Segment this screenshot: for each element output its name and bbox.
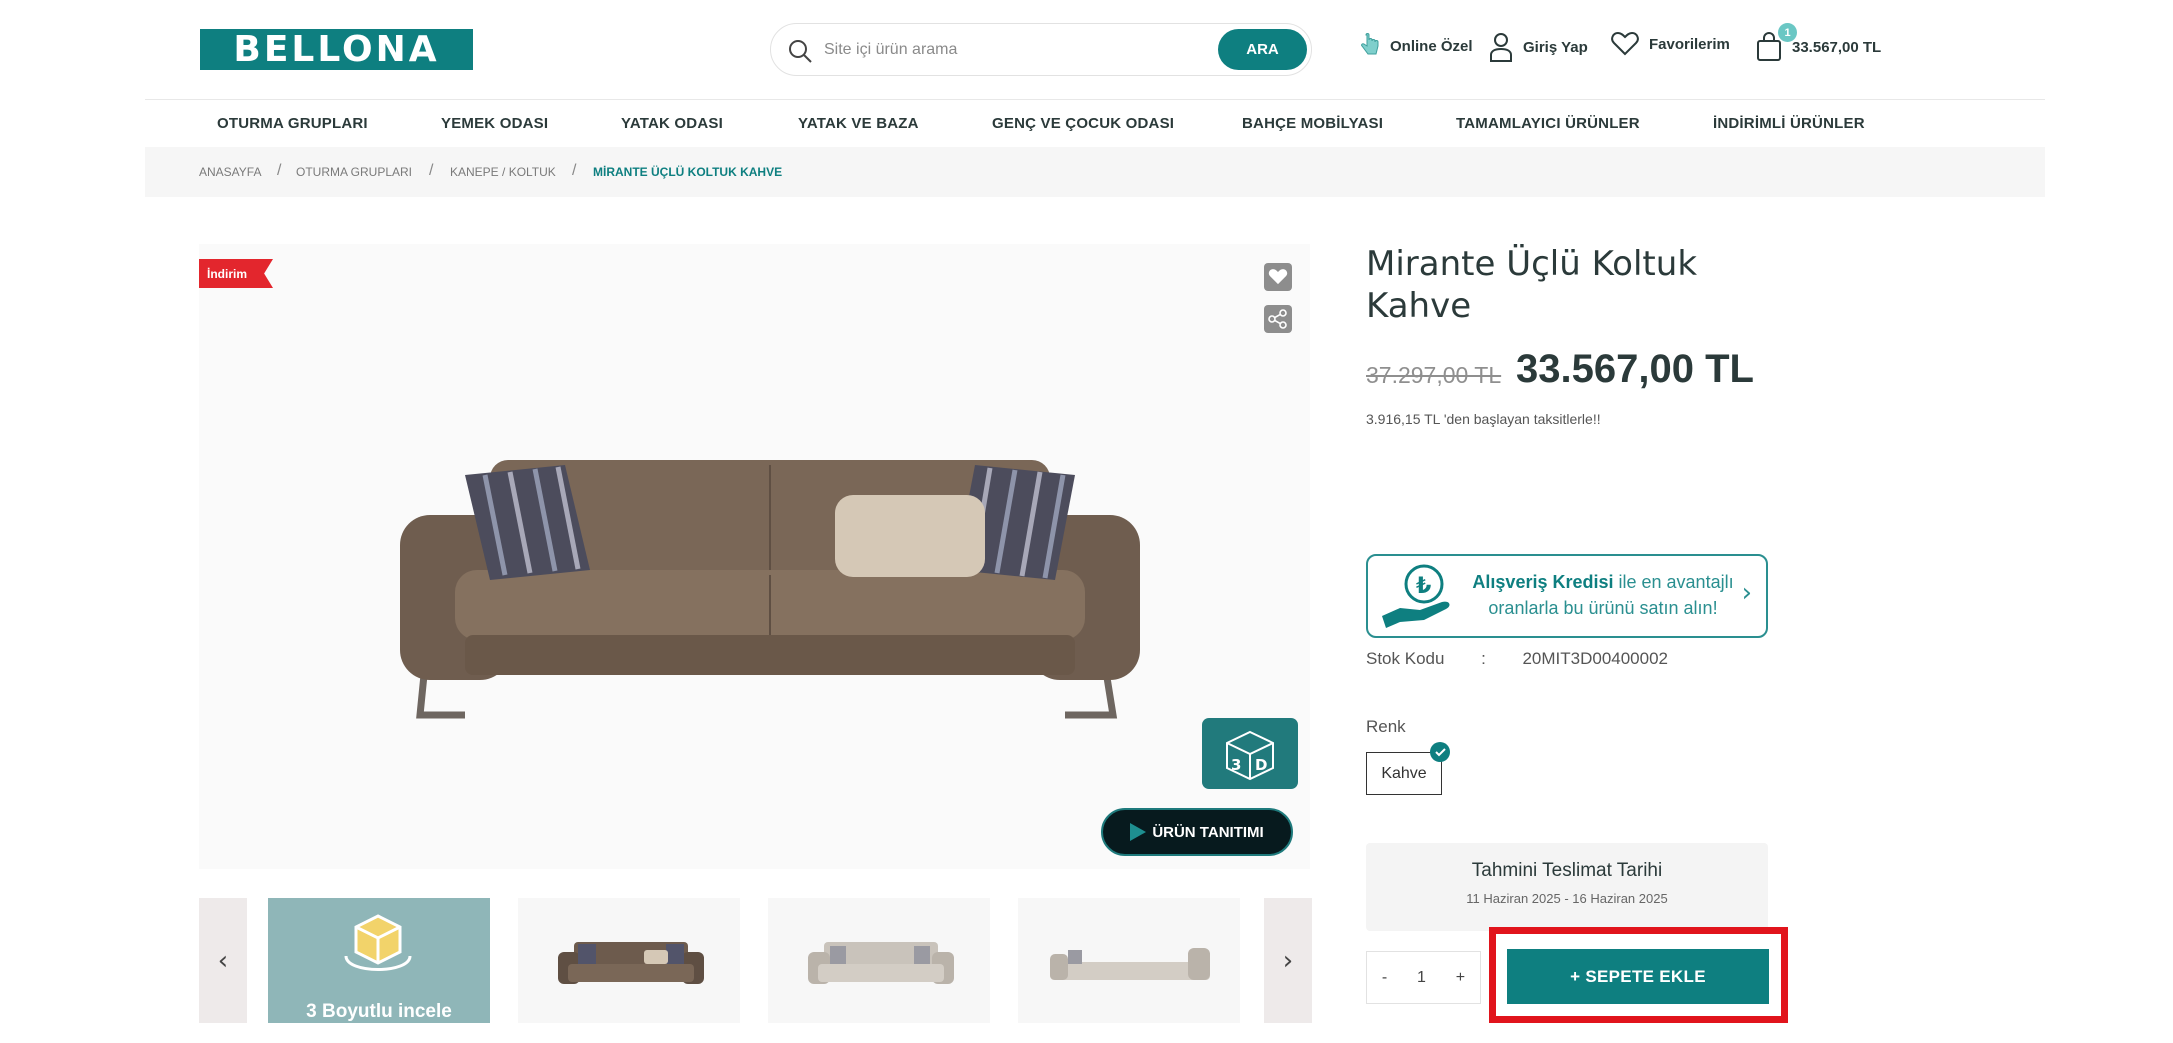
cube-3d-icon: 3 D xyxy=(1226,730,1274,780)
rotating-cube-icon xyxy=(344,914,412,971)
stock-code-row: Stok Kodu: 20MIT3D00400002 xyxy=(1366,649,1668,669)
play-icon xyxy=(1130,823,1147,841)
sofa-thumbnail xyxy=(558,942,704,984)
breadcrumb-current: MİRANTE ÜÇLÜ KOLTUK KAHVE xyxy=(593,165,783,179)
thumb-image-3[interactable] xyxy=(1018,898,1240,1023)
breadcrumb-separator: / xyxy=(429,162,434,179)
nav-indirimli-urunler[interactable]: İNDİRİMLİ ÜRÜNLER xyxy=(1713,115,1865,132)
breadcrumb-kanepe-koltuk[interactable]: KANEPE / KOLTUK xyxy=(450,165,556,179)
delivery-dates: 11 Haziran 2025 - 16 Haziran 2025 xyxy=(1466,891,1668,906)
thumb-prev-button[interactable]: ‹ xyxy=(199,898,247,1023)
heart-icon xyxy=(1268,269,1288,285)
stock-code-value: 20MIT3D00400002 xyxy=(1522,649,1668,668)
sofa-product-image xyxy=(400,460,1140,719)
add-to-cart-button[interactable]: + SEPETE EKLE xyxy=(1507,949,1769,1004)
thumb-3d-label: 3 Boyutlu incele xyxy=(306,1001,452,1022)
chevron-right-icon: › xyxy=(1741,578,1752,608)
current-price: 33.567,00 TL xyxy=(1516,347,1754,391)
main-nav: OTURMA GRUPLARI YEMEK ODASI YATAK ODASI … xyxy=(145,101,2045,147)
favorites-label: Favorilerim xyxy=(1649,35,1730,53)
product-title: Mirante Üçlü Koltuk Kahve xyxy=(1366,244,1698,326)
thumb-image-1[interactable] xyxy=(518,898,740,1023)
selected-check-icon xyxy=(1430,742,1450,762)
product-intro-label: ÜRÜN TANITIMI xyxy=(1152,823,1264,841)
share-icon[interactable] xyxy=(1264,305,1292,333)
add-to-favorites-icon[interactable] xyxy=(1264,263,1292,291)
cart-icon-wrap: 1 xyxy=(1756,23,1797,62)
hand-pointer-icon xyxy=(1361,33,1379,55)
thumb-3d-view[interactable]: 3 Boyutlu incele xyxy=(268,898,490,1023)
login-link[interactable]: Giriş Yap xyxy=(1489,32,1588,62)
search-bar: ARA xyxy=(770,23,1312,76)
quantity-increase-button[interactable]: + xyxy=(1456,969,1465,987)
breadcrumb-separator: / xyxy=(572,162,577,179)
login-label: Giriş Yap xyxy=(1523,38,1588,56)
breadcrumb-oturma-gruplari[interactable]: OTURMA GRUPLARI xyxy=(296,165,412,179)
online-ozel-label: Online Özel xyxy=(1390,37,1473,55)
shopping-credit-banner[interactable]: ₺ Alışveriş Kredisi ile en avantajlı ora… xyxy=(1366,554,1768,638)
credit-hand-lira-icon: ₺ xyxy=(1382,564,1450,628)
cart-link[interactable]: 1 33.567,00 TL xyxy=(1756,23,1882,62)
thumb-next-button[interactable]: › xyxy=(1264,898,1312,1023)
breadcrumb-separator: / xyxy=(277,162,282,179)
site-header: BELLONA ARA Online Özel Giriş Yap Favori… xyxy=(145,0,2045,100)
sofa-bed-thumbnail xyxy=(1050,948,1210,980)
nav-bahce-mobilyasi[interactable]: BAHÇE MOBİLYASI xyxy=(1242,115,1383,132)
nav-yatak-odasi[interactable]: YATAK ODASI xyxy=(621,115,723,132)
stock-code-label: Stok Kodu xyxy=(1366,649,1445,668)
delivery-title: Tahmini Teslimat Tarihi xyxy=(1471,860,1663,881)
color-option-kahve[interactable]: Kahve xyxy=(1366,752,1442,795)
cart-count-badge: 1 xyxy=(1778,23,1797,42)
sofa-thumbnail xyxy=(808,942,954,984)
credit-bold: Alışveriş Kredisi xyxy=(1472,572,1614,592)
discount-tag: İndirim xyxy=(199,259,273,288)
credit-text: Alışveriş Kredisi ile en avantajlı oranl… xyxy=(1468,569,1738,621)
old-price: 37.297,00 TL xyxy=(1366,362,1502,388)
cart-total: 33.567,00 TL xyxy=(1792,38,1882,56)
favorites-link[interactable]: Favorilerim xyxy=(1611,32,1730,56)
nav-genc-ve-cocuk-odasi[interactable]: GENÇ VE ÇOCUK ODASI xyxy=(992,115,1174,132)
color-label: Renk xyxy=(1366,717,1406,736)
breadcrumb-home[interactable]: ANASAYFA xyxy=(199,165,261,179)
bellona-logo[interactable]: BELLONA xyxy=(200,29,473,70)
quantity-value[interactable]: 1 xyxy=(1417,969,1426,987)
svg-text:₺: ₺ xyxy=(1416,574,1431,599)
search-input[interactable] xyxy=(824,36,1204,64)
stock-code-colon: : xyxy=(1481,649,1486,668)
thumb-image-2[interactable] xyxy=(768,898,990,1023)
nav-oturma-gruplari[interactable]: OTURMA GRUPLARI xyxy=(217,115,368,132)
search-button[interactable]: ARA xyxy=(1218,29,1307,70)
quantity-stepper: - 1 + xyxy=(1366,951,1481,1004)
quantity-decrease-button[interactable]: - xyxy=(1382,969,1387,987)
delivery-estimate-box: Tahmini Teslimat Tarihi 11 Haziran 2025 … xyxy=(1366,843,1768,931)
installment-info: 3.916,15 TL 'den başlayan taksitlerle!! xyxy=(1366,411,1601,427)
breadcrumb: ANASAYFA / OTURMA GRUPLARI / KANEPE / KO… xyxy=(145,147,2045,197)
online-ozel-link[interactable]: Online Özel xyxy=(1360,32,1473,60)
svg-text:D: D xyxy=(1255,756,1267,774)
user-icon xyxy=(1490,33,1512,62)
share-nodes-icon xyxy=(1268,309,1287,329)
nav-yemek-odasi[interactable]: YEMEK ODASI xyxy=(441,115,548,132)
view-3d-badge[interactable]: 3 D xyxy=(1202,718,1298,789)
nav-yatak-ve-baza[interactable]: YATAK VE BAZA xyxy=(798,115,919,132)
nav-tamamlayici-urunler[interactable]: TAMAMLAYICI ÜRÜNLER xyxy=(1456,115,1640,132)
cream-pillow xyxy=(835,495,985,577)
product-intro-button[interactable]: ÜRÜN TANITIMI xyxy=(1101,808,1293,856)
svg-text:3: 3 xyxy=(1231,756,1241,774)
heart-icon xyxy=(1611,32,1639,56)
search-icon[interactable] xyxy=(787,38,813,64)
